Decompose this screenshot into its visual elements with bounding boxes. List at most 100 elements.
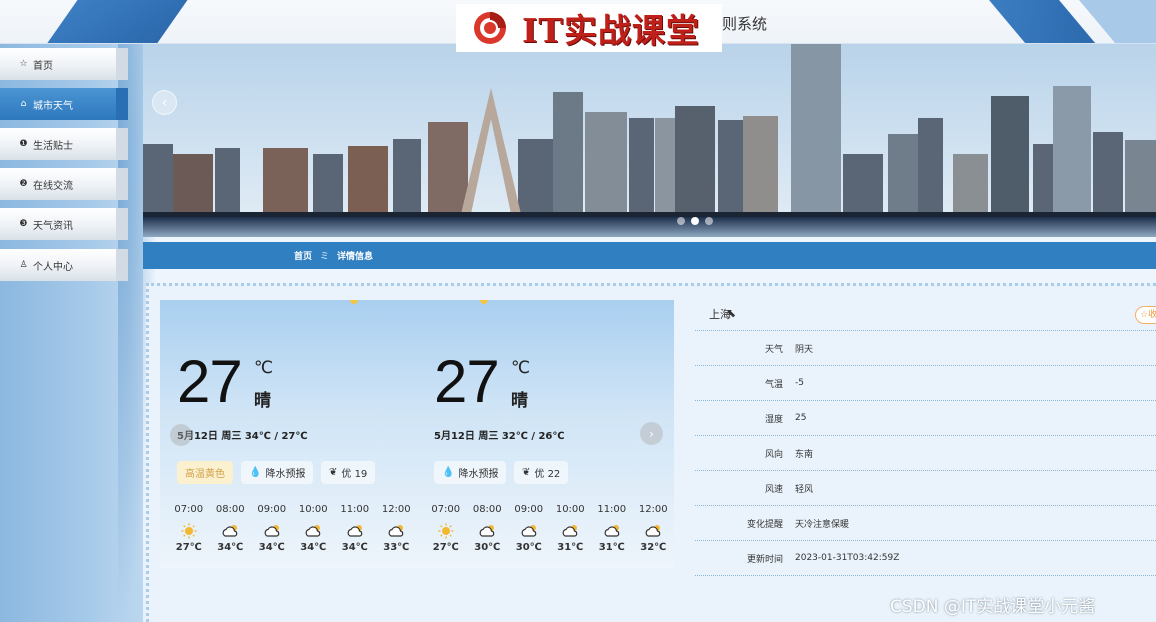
- detail-row: 变化提醒 天冷注意保暖: [695, 506, 1156, 541]
- partly-cloudy-icon: [508, 520, 550, 542]
- hour-temperature: 34℃: [217, 542, 244, 553]
- system-title: 则系统: [722, 15, 768, 33]
- hour-time: 07:00: [431, 504, 461, 515]
- detail-row: 风向 东南: [695, 436, 1156, 471]
- hourly-item: 12:00 33℃: [376, 504, 418, 553]
- weather-condition: 晴: [254, 391, 271, 411]
- carousel-prev-button[interactable]: ‹: [152, 90, 177, 115]
- weather-detail-table: 上海 ☆收 天气 阴天 气温 -5 湿度 25 风向 东南 风速 轻风 变化提醒 天冷注意保暖 更新时间…: [695, 298, 1156, 576]
- hour-temperature: 27℃: [175, 542, 202, 553]
- banner-carousel[interactable]: [143, 44, 1156, 237]
- hourly-item: 07:00 27℃: [425, 504, 467, 553]
- question-circle-icon: ❷: [19, 179, 28, 189]
- hour-time: 11:00: [340, 504, 370, 515]
- weather-day-card: 27 ℃ 晴 5月12日 周三 32℃ / 26℃ 💧 降水预报 ❦ 优 22 …: [417, 300, 674, 568]
- sidebar-item-label: 城市天气: [33, 100, 73, 112]
- hour-time: 10:00: [298, 504, 328, 515]
- logo-icon: [472, 10, 508, 46]
- hourly-item: 12:00 32℃: [633, 504, 675, 553]
- date-range: 5月12日 周三 34℃ / 27℃: [177, 431, 308, 442]
- city-skyline-image: [143, 44, 1156, 237]
- air-quality-label: 优 22: [534, 469, 561, 480]
- detail-label: 湿度: [764, 414, 783, 425]
- weather-condition: 晴: [511, 391, 528, 411]
- detail-label: 风速: [764, 484, 783, 495]
- weather-next-button[interactable]: ›: [640, 422, 663, 445]
- hour-temperature: 34℃: [258, 542, 285, 553]
- detail-row: 天气 阴天: [695, 331, 1156, 366]
- breadcrumb-home-link[interactable]: 首页: [294, 249, 312, 262]
- partly-cloudy-icon: [633, 520, 675, 542]
- detail-value: 25: [795, 413, 807, 423]
- warning-label: 高温黄色: [185, 469, 225, 480]
- detail-label: 风向: [764, 449, 783, 460]
- hour-temperature: 34℃: [300, 542, 327, 553]
- weather-warning-badge[interactable]: 高温黄色: [177, 461, 233, 484]
- chevron-right-icon: ›: [649, 426, 654, 441]
- sidebar-item-profile[interactable]: ♙ 个人中心: [0, 249, 128, 281]
- brand-name: IT实战课堂: [522, 11, 700, 50]
- partly-cloudy-icon: [591, 520, 633, 542]
- detail-label: 更新时间: [746, 554, 783, 565]
- sidebar-item-label: 生活贴士: [33, 140, 73, 152]
- weather-prev-button[interactable]: [170, 424, 192, 446]
- hour-temperature: 33℃: [383, 542, 410, 553]
- hourly-item: 11:00 31℃: [591, 504, 633, 553]
- leaf-icon: ❦: [522, 467, 531, 478]
- sidebar-item-weather-news[interactable]: ❸ 天气资讯: [0, 208, 128, 240]
- mouse-cursor-icon: ⬉: [726, 306, 737, 320]
- watermark: CSDN @IT实战课堂小元酱: [890, 597, 1096, 617]
- city-name: 上海: [695, 298, 1156, 331]
- favorite-button[interactable]: ☆收: [1135, 306, 1156, 324]
- home-icon: ⌂: [20, 99, 27, 109]
- current-temperature: 27: [177, 348, 243, 415]
- partly-cloudy-icon: [550, 520, 592, 542]
- sidebar-item-life-tips[interactable]: ❶ 生活贴士: [0, 128, 128, 160]
- carousel-dot[interactable]: [705, 217, 713, 225]
- detail-label: 天气: [764, 344, 783, 355]
- header-decoration: [35, 0, 195, 43]
- partly-cloudy-icon: [376, 520, 418, 542]
- detail-value: 轻风: [795, 484, 814, 495]
- hour-time: 07:00: [174, 504, 204, 515]
- sidebar-item-home[interactable]: ☆ 首页: [0, 48, 128, 80]
- detail-value: 2023-01-31T03:42:59Z: [795, 553, 900, 563]
- detail-label: 变化提醒: [746, 519, 783, 530]
- hourly-item: 07:00 27℃: [168, 504, 210, 553]
- partly-cloudy-icon: [334, 520, 376, 542]
- hourly-item: 11:00 34℃: [334, 504, 376, 553]
- breadcrumb-current: 详情信息: [337, 252, 374, 262]
- carousel-dot[interactable]: [677, 217, 685, 225]
- page: IT实战课堂 则系统 ☆ 首页 ⌂ 城市天气 ❶ 生活贴士 ❷ 在线交流 ❸ 天…: [0, 0, 1156, 622]
- breadcrumb-separator: ミ: [320, 252, 330, 262]
- chevron-left-icon: ‹: [161, 94, 168, 111]
- carousel-dot[interactable]: [691, 217, 699, 225]
- detail-label: 气温: [764, 379, 783, 390]
- temperature-unit: ℃: [511, 358, 531, 378]
- rain-forecast-button[interactable]: 💧 降水预报: [241, 461, 314, 484]
- sidebar-item-city-weather[interactable]: ⌂ 城市天气: [0, 88, 128, 120]
- sidebar-item-label: 个人中心: [33, 261, 73, 273]
- user-icon: ♙: [19, 260, 28, 270]
- hour-temperature: 30℃: [474, 542, 501, 553]
- hour-temperature: 31℃: [598, 542, 625, 553]
- hourly-forecast: 07:00 27℃ 08:00 34℃ 09:00 34℃ 10:00 34℃ 11:00 34℃…: [168, 504, 418, 553]
- partly-cloudy-icon: [467, 520, 509, 542]
- air-quality-badge[interactable]: ❦ 优 19: [321, 461, 376, 484]
- hourly-item: 09:00 34℃: [251, 504, 293, 553]
- rain-forecast-label: 降水预报: [458, 469, 499, 480]
- rain-forecast-button[interactable]: 💧 降水预报: [434, 461, 507, 484]
- air-quality-badge[interactable]: ❦ 优 22: [514, 461, 569, 484]
- hourly-forecast: 07:00 27℃ 08:00 30℃ 09:00 30℃ 10:00 31℃ 11:00 31℃…: [425, 504, 674, 553]
- date-range: 5月12日 周三 32℃ / 26℃: [434, 431, 565, 442]
- detail-row: 风速 轻风: [695, 471, 1156, 506]
- partly-cloudy-icon: [210, 520, 252, 542]
- hourly-item: 10:00 34℃: [293, 504, 335, 553]
- detail-row: 更新时间 2023-01-31T03:42:59Z: [695, 541, 1156, 576]
- hour-time: 08:00: [472, 504, 502, 515]
- hour-time: 08:00: [215, 504, 245, 515]
- temperature-unit: ℃: [254, 358, 274, 378]
- hour-time: 11:00: [597, 504, 627, 515]
- hourly-item: 08:00 30℃: [467, 504, 509, 553]
- sidebar-item-online-chat[interactable]: ❷ 在线交流: [0, 168, 128, 200]
